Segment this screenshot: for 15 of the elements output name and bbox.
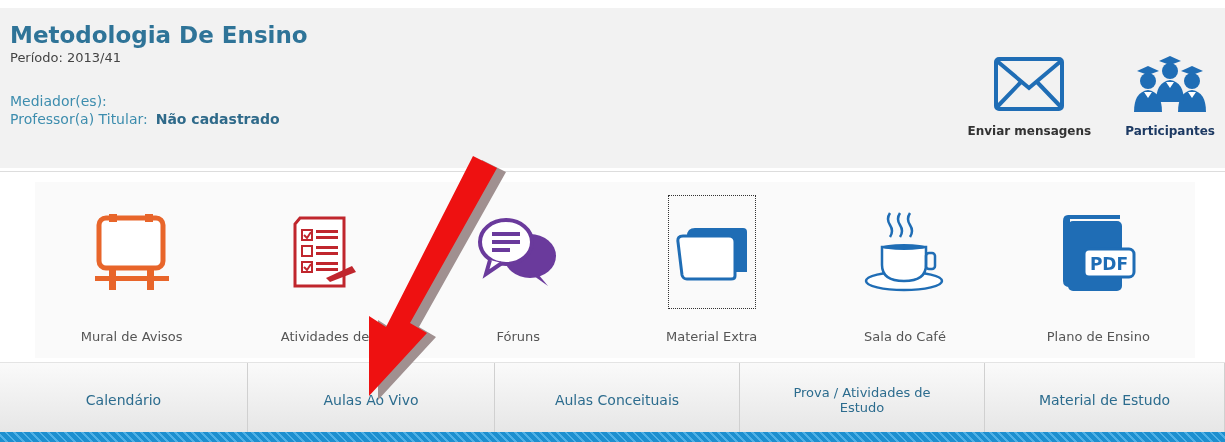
period-text: Período: 2013/41 xyxy=(10,50,122,65)
tool-button[interactable]: Sala do Café xyxy=(808,182,1002,358)
easel-icon xyxy=(94,212,169,292)
mediators-label: Mediador(es): xyxy=(10,93,108,109)
professor-label: Professor(a) Titular: xyxy=(10,111,148,127)
course-title: Metodologia De Ensino xyxy=(10,22,308,48)
tool-button[interactable]: Material Extra xyxy=(615,182,809,358)
tool-button[interactable]: Mural de Avisos xyxy=(35,182,229,358)
send-messages-button[interactable]: Enviar mensagens xyxy=(967,56,1092,138)
checklist-icon xyxy=(292,216,358,288)
coffee-cup-icon xyxy=(864,211,946,293)
professor-value: Não cadastrado xyxy=(155,111,280,127)
tool-button[interactable]: PDF Plano de Ensino xyxy=(1001,182,1195,358)
participants-button[interactable]: Participantes xyxy=(1125,46,1215,138)
envelope-icon xyxy=(993,56,1066,112)
